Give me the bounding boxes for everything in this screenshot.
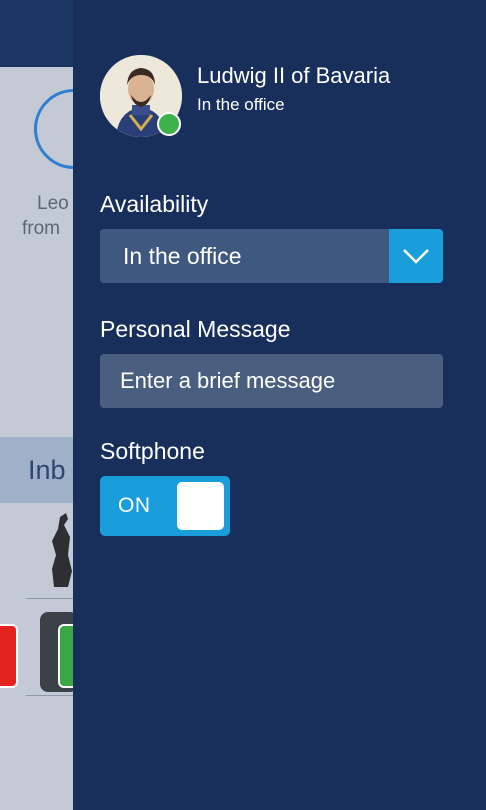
chevron-down-icon [403, 249, 429, 264]
background-app: Leo from Inb [0, 67, 80, 810]
user-name: Ludwig II of Bavaria [197, 63, 391, 88]
background-decline-button[interactable] [0, 624, 18, 688]
softphone-label: Softphone [100, 438, 205, 464]
availability-selected-value: In the office [123, 243, 242, 269]
background-divider [26, 695, 80, 696]
user-avatar[interactable] [100, 55, 182, 137]
availability-dropdown[interactable]: In the office [100, 229, 443, 283]
background-divider [26, 598, 80, 599]
background-contact-subtitle: from [22, 218, 60, 239]
knight-figure-icon [52, 513, 72, 587]
availability-label: Availability [100, 191, 209, 217]
personal-message-input[interactable] [100, 354, 443, 408]
dropdown-toggle-button[interactable] [389, 229, 443, 283]
personal-message-label: Personal Message [100, 316, 291, 342]
background-inbox-label: Inb [28, 455, 66, 485]
presence-panel: Ludwig II of Bavaria In the office Avail… [73, 0, 486, 810]
user-status-text: In the office [197, 95, 285, 114]
toggle-knob[interactable] [177, 482, 224, 530]
presence-status-dot [157, 112, 181, 136]
background-inbox-header[interactable]: Inb [0, 437, 80, 503]
softphone-toggle[interactable]: ON [100, 476, 230, 536]
softphone-toggle-state: ON [118, 494, 151, 517]
